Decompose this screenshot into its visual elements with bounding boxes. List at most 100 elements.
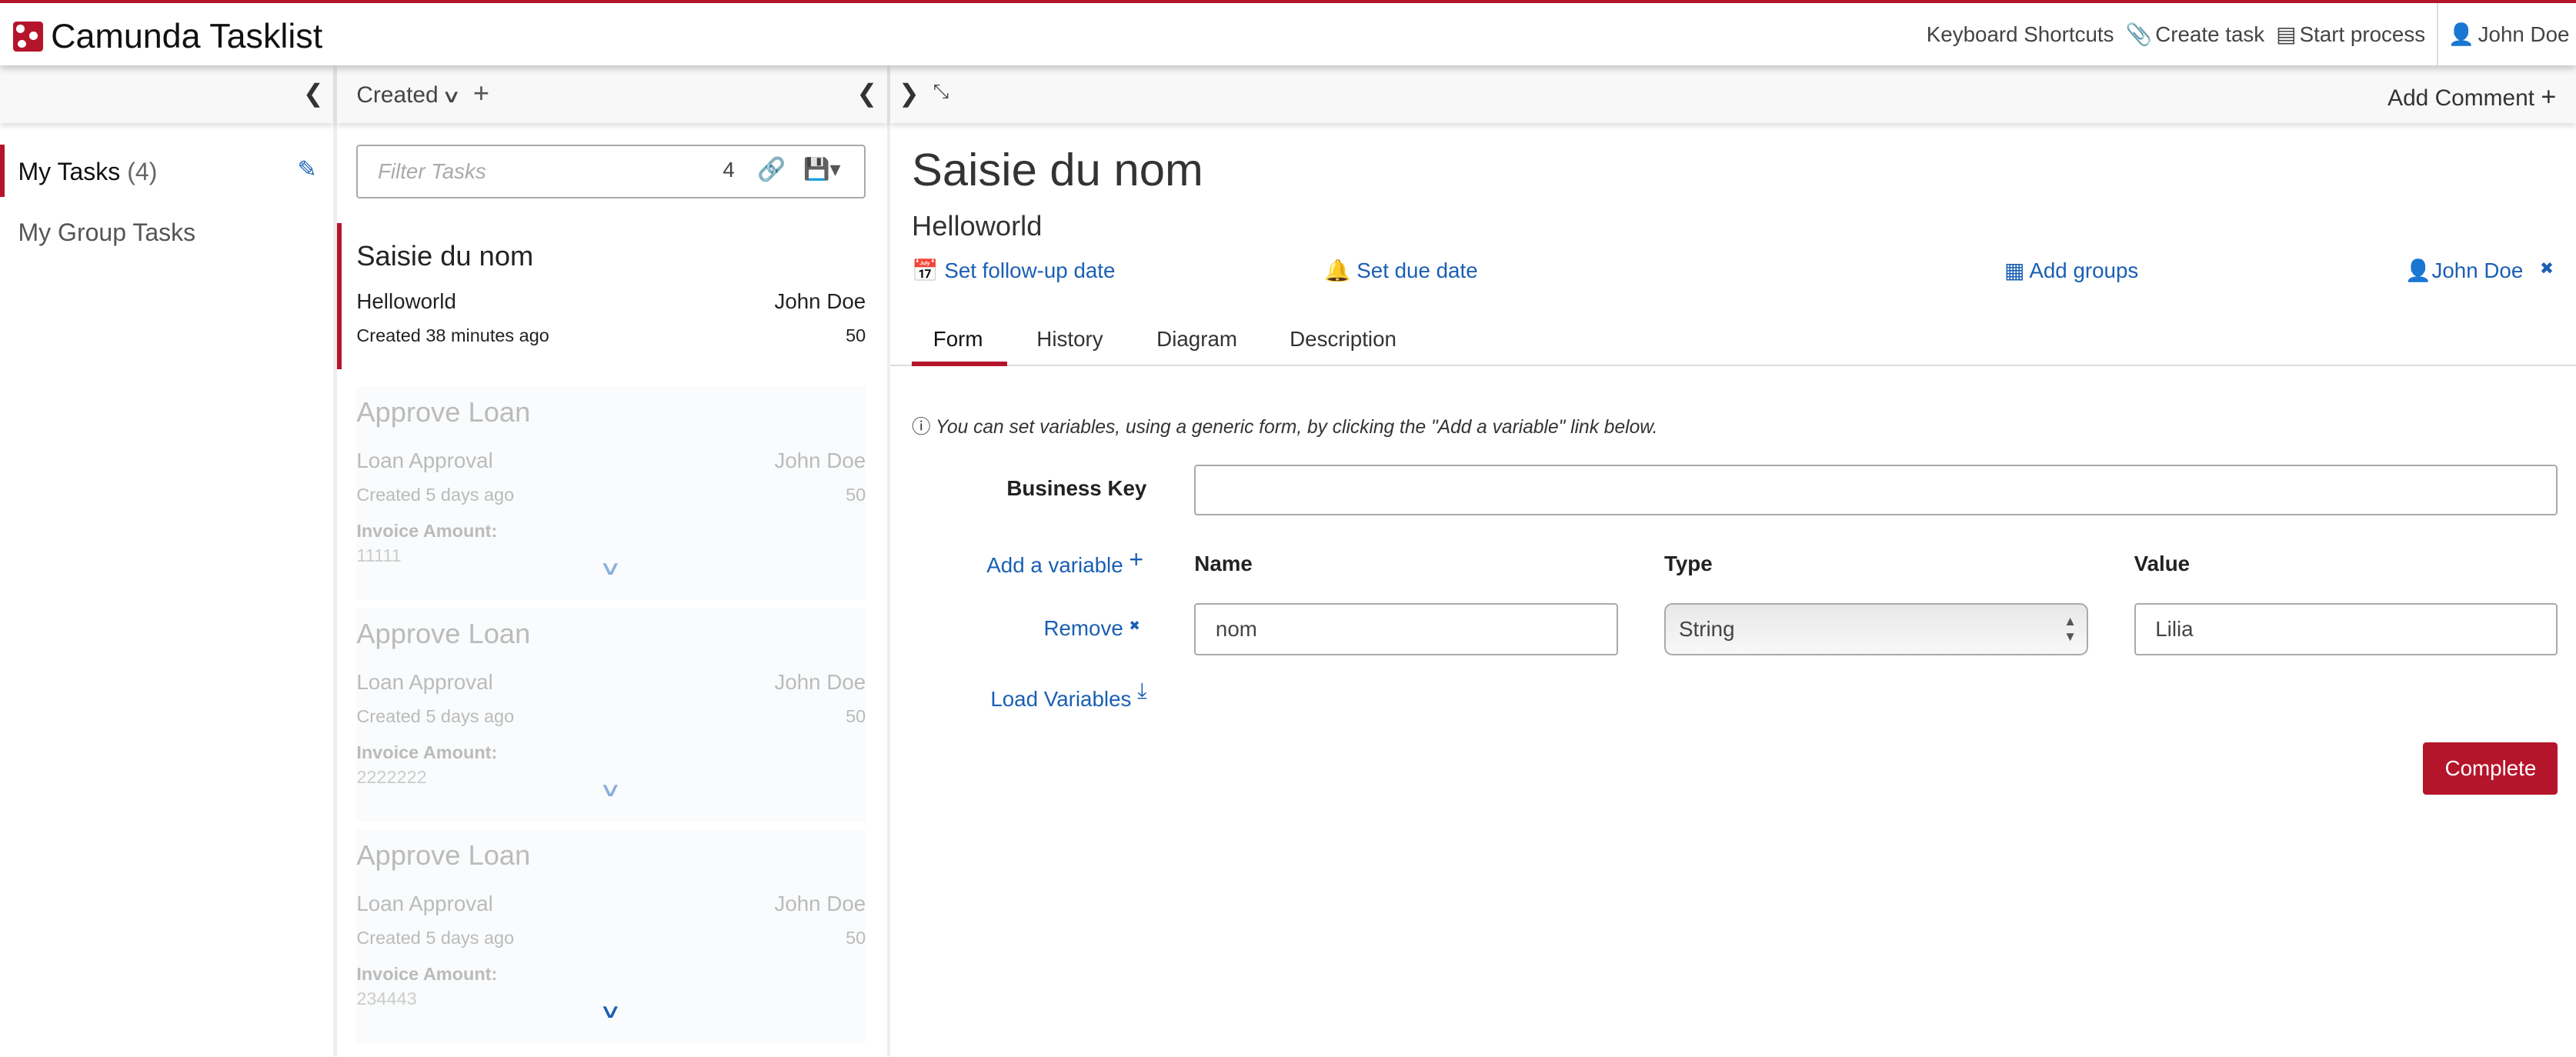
load-variables-link[interactable]: Load Variables ⤓ [990, 679, 1146, 712]
brand[interactable]: Camunda Tasklist [13, 16, 322, 56]
expand-chevron-icon[interactable]: ∨ [599, 779, 622, 802]
task-priority: 50 [846, 928, 866, 949]
list-icon: ▤ [2276, 22, 2297, 47]
assignee-link[interactable]: 👤John Doe [2405, 258, 2523, 283]
variable-label: Invoice Amount: [356, 964, 498, 985]
user-name: John Doe [2478, 22, 2570, 46]
task-item[interactable]: Approve Loan Loan Approval John Doe Crea… [356, 829, 866, 1043]
divider [887, 65, 891, 1056]
task-assignee: John Doe [774, 448, 866, 472]
divider [333, 65, 337, 1056]
variable-value: 234443 [356, 989, 417, 1009]
tab-description[interactable]: Description [1290, 327, 1396, 352]
camunda-logo-icon [13, 22, 43, 52]
task-item[interactable]: Approve Loan Loan Approval John Doe Crea… [356, 608, 866, 822]
set-due-date-link[interactable]: 🔔 Set due date [1324, 258, 1478, 283]
info-message: ⓘ You can set variables, using a generic… [912, 412, 1657, 439]
grid-icon: ▦ [2004, 258, 2025, 283]
expand-chevron-icon[interactable]: ∨ [599, 557, 622, 580]
calendar-icon: 📅 [912, 258, 939, 283]
task-item-selected[interactable]: Saisie du nom Helloworld John Doe Create… [356, 223, 866, 369]
task-title: Approve Loan [356, 617, 531, 649]
create-task-link[interactable]: Create task [2155, 22, 2264, 47]
column-header-type: Type [1663, 552, 1713, 576]
task-priority: 50 [846, 706, 866, 727]
plus-icon: + [1129, 545, 1144, 573]
header-nav: Keyboard Shortcuts 📎 Create task ▤ Start… [1927, 3, 2576, 66]
remove-variable-link[interactable]: Remove ✖ [1043, 616, 1140, 641]
load-variables-label: Load Variables [990, 686, 1132, 711]
collapse-list-chevron-icon[interactable]: ❮ [856, 78, 877, 108]
due-label: Set due date [1356, 258, 1478, 283]
filter-tasks-input[interactable]: Filter Tasks 4 🔗 💾▾ [356, 144, 866, 199]
task-item[interactable]: Approve Loan Loan Approval John Doe Crea… [356, 385, 866, 600]
set-follow-up-date-link[interactable]: 📅 Set follow-up date [912, 258, 1115, 283]
expand-chevron-icon[interactable]: ∨ [599, 1000, 622, 1023]
variable-type-select[interactable]: String ▲ ▼ [1663, 602, 2088, 655]
sidebar-item-my-tasks[interactable]: My Tasks (4) [18, 158, 157, 186]
user-menu[interactable]: 👤 John Doe [2437, 3, 2576, 66]
task-process: Loan Approval [356, 670, 493, 695]
column-header-name: Name [1194, 552, 1253, 576]
unassign-close-icon[interactable]: ✖ [2540, 259, 2554, 278]
task-process: Loan Approval [356, 448, 493, 472]
fullscreen-icon[interactable]: ⤡ [933, 81, 949, 104]
bell-icon: 🔔 [1323, 258, 1351, 283]
link-icon[interactable]: 🔗 [757, 156, 786, 183]
task-created: Created 5 days ago [356, 706, 515, 727]
tab-diagram[interactable]: Diagram [1156, 327, 1237, 352]
variable-value: 2222222 [356, 767, 427, 788]
remove-label: Remove [1043, 615, 1123, 640]
start-process-link[interactable]: Start process [2300, 22, 2425, 47]
edit-pencil-icon[interactable]: ✎ [297, 156, 316, 183]
filters-sidebar [0, 65, 334, 1056]
task-priority: 50 [846, 484, 866, 505]
chevron-down-icon: ∨ [441, 85, 462, 106]
sidebar-item-my-group-tasks[interactable]: My Group Tasks [18, 218, 195, 247]
selected-indicator [336, 223, 342, 370]
active-indicator [0, 144, 5, 198]
save-filter-icon[interactable]: 💾▾ [803, 156, 840, 182]
add-sort-plus-icon[interactable]: + [473, 77, 489, 109]
task-title: Approve Loan [356, 839, 531, 872]
tab-form[interactable]: Form [933, 327, 983, 352]
task-priority: 50 [846, 325, 866, 345]
variable-name-input[interactable]: nom [1194, 602, 1619, 655]
task-assignee: John Doe [774, 288, 866, 313]
paperclip-icon: 📎 [2125, 22, 2152, 47]
sort-dropdown[interactable]: Created ∨ [356, 82, 461, 108]
list-toolbar: Created ∨ + ❮ [336, 65, 887, 124]
info-text: You can set variables, using a generic f… [935, 416, 1658, 438]
add-variable-link[interactable]: Add a variable + [986, 545, 1143, 579]
collapse-sidebar-chevron-icon[interactable]: ❮ [303, 78, 324, 108]
process-name: Helloworld [912, 210, 1043, 242]
task-assignee: John Doe [774, 892, 866, 916]
groups-label: Add groups [2029, 258, 2139, 283]
info-icon: ⓘ [912, 416, 931, 438]
complete-button[interactable]: Complete [2423, 742, 2558, 795]
user-icon: 👤 [2404, 258, 2432, 283]
variable-label: Invoice Amount: [356, 742, 498, 763]
download-circle-icon: ⤓ [1137, 678, 1147, 702]
task-assignee: John Doe [774, 670, 866, 695]
add-comment-label: Add Comment [2387, 85, 2535, 111]
task-count: 4 [722, 157, 735, 182]
assignee-name: John Doe [2431, 258, 2524, 283]
user-icon: 👤 [2448, 22, 2475, 47]
task-created: Created 5 days ago [356, 484, 515, 505]
sidebar-toolbar: ❮ [0, 65, 334, 124]
column-header-value: Value [2134, 552, 2191, 576]
close-icon: ✖ [1129, 619, 1140, 634]
expand-list-chevron-icon[interactable]: ❯ [899, 78, 919, 108]
filter-placeholder: Filter Tasks [377, 159, 486, 184]
variable-value-input[interactable]: Lilia [2134, 602, 2558, 655]
task-process: Helloworld [356, 288, 456, 313]
business-key-input[interactable] [1194, 465, 2558, 516]
keyboard-shortcuts-link[interactable]: Keyboard Shortcuts [1927, 22, 2114, 47]
plus-icon: + [2541, 82, 2557, 112]
tab-history[interactable]: History [1036, 327, 1103, 352]
add-comment-button[interactable]: Add Comment + [2387, 82, 2556, 112]
sort-label: Created [356, 82, 439, 108]
add-groups-link[interactable]: ▦ Add groups [2004, 258, 2138, 283]
business-key-label: Business Key [1006, 476, 1147, 501]
